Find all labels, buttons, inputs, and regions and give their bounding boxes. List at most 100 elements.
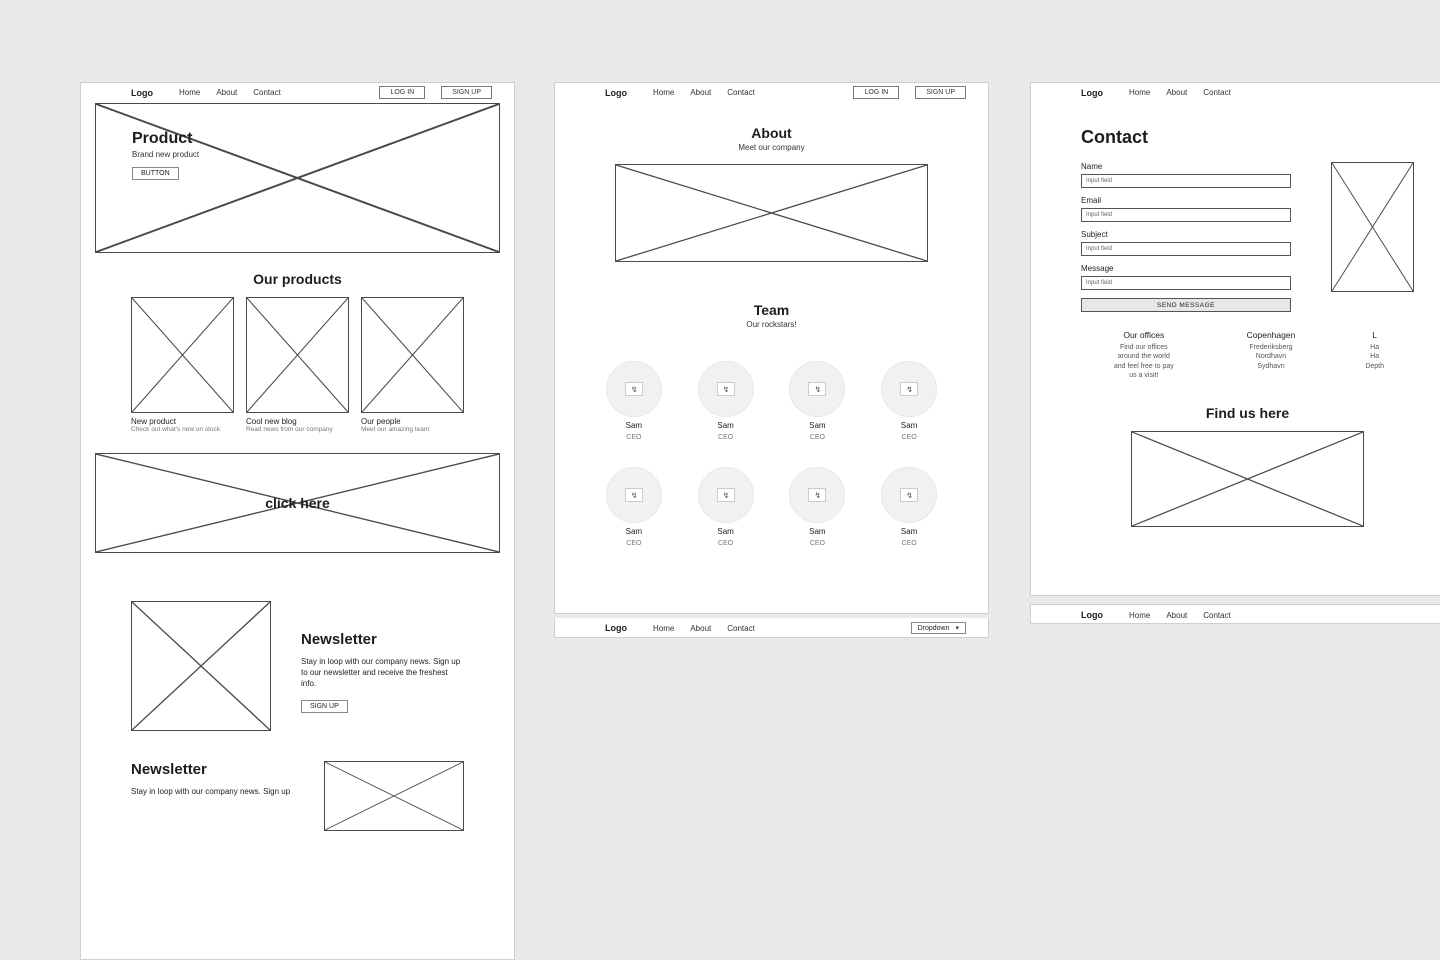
team-member[interactable]: ↯SamCEO — [881, 361, 937, 441]
team-grid: ↯SamCEO ↯SamCEO ↯SamCEO ↯SamCEO ↯SamCEO … — [555, 329, 988, 547]
nav-contact[interactable]: Contact — [1203, 611, 1231, 620]
contact-image-placeholder — [1331, 162, 1414, 292]
nav-home[interactable]: Home — [179, 88, 200, 97]
nav-contact[interactable]: Contact — [727, 624, 755, 633]
nav-contact[interactable]: Contact — [1203, 88, 1231, 97]
nav-home[interactable]: Home — [653, 624, 674, 633]
logo: Logo — [1081, 610, 1103, 620]
team-member[interactable]: ↯ Sam CEO — [698, 361, 754, 441]
office-city: Copenhagen — [1247, 330, 1296, 340]
office-line: Ha — [1365, 343, 1384, 352]
avatar-placeholder: ↯ — [698, 361, 754, 417]
product-caption: Check out what's new on stock — [131, 426, 234, 433]
member-name: Sam — [717, 421, 733, 430]
nav-about[interactable]: About — [216, 88, 237, 97]
member-role: CEO — [626, 434, 641, 441]
product-card[interactable]: Our people Meet our amazing team — [361, 297, 464, 433]
login-button[interactable]: LOG IN — [853, 86, 899, 99]
product-title: Our people — [361, 417, 464, 426]
image-broken-icon: ↯ — [723, 385, 729, 394]
image-broken-icon: ↯ — [906, 385, 912, 394]
send-message-button[interactable]: SEND MESSAGE — [1081, 298, 1291, 312]
newsletter-signup-button[interactable]: SIGN UP — [301, 700, 348, 713]
product-caption: Meet our amazing team — [361, 426, 464, 433]
nav-about[interactable]: About — [690, 624, 711, 633]
member-role: CEO — [718, 540, 733, 547]
product-card[interactable]: New product Check out what's new on stoc… — [131, 297, 234, 433]
email-label: Email — [1081, 196, 1291, 205]
subject-input[interactable]: Input field — [1081, 242, 1291, 256]
member-role: CEO — [902, 434, 917, 441]
nav-home[interactable]: Home — [653, 88, 674, 97]
team-title: Team — [615, 302, 928, 318]
image-broken-icon: ↯ — [906, 491, 912, 500]
team-member[interactable]: ↯SamCEO — [789, 361, 845, 441]
dropdown-label: Dropdown — [918, 625, 950, 632]
click-here-label: click here — [265, 495, 330, 511]
footer-dropdown[interactable]: Dropdown ▾ — [911, 622, 966, 634]
signup-button[interactable]: SIGN UP — [915, 86, 966, 99]
member-name: Sam — [626, 527, 642, 536]
newsletter-image-placeholder — [131, 601, 271, 731]
about-footer: Logo Home About Contact Dropdown ▾ — [554, 618, 989, 638]
office-city: L — [1365, 330, 1384, 340]
image-broken-icon: ↯ — [631, 491, 637, 500]
nav-about[interactable]: About — [1166, 611, 1187, 620]
footer-bar: Logo Home About Contact — [1031, 605, 1440, 625]
logo: Logo — [131, 88, 153, 98]
newsletter-title: Newsletter — [301, 631, 464, 648]
office-item: Copenhagen Frederiksberg Nordhavn Sydhav… — [1247, 330, 1296, 381]
member-role: CEO — [718, 434, 733, 441]
nav-about[interactable]: About — [690, 88, 711, 97]
offices-body: Find our offices around the world and fe… — [1111, 343, 1177, 381]
newsletter2-body: Stay in loop with our company news. Sign… — [131, 786, 290, 797]
nav-about[interactable]: About — [1166, 88, 1187, 97]
map-placeholder — [1131, 431, 1364, 527]
hero-title: Product — [132, 130, 499, 148]
about-frame: Logo Home About Contact LOG IN SIGN UP A… — [554, 82, 989, 614]
image-broken-icon: ↯ — [631, 385, 637, 394]
offices-intro: Our offices Find our offices around the … — [1111, 330, 1177, 381]
contact-frame: Logo Home About Contact LOG IN Contact N… — [1030, 82, 1440, 596]
avatar-placeholder: ↯ — [789, 361, 845, 417]
name-input[interactable]: Input field — [1081, 174, 1291, 188]
team-subtitle: Our rockstars! — [615, 320, 928, 329]
product-title: Cool new blog — [246, 417, 349, 426]
nav-home[interactable]: Home — [1129, 88, 1150, 97]
product-card[interactable]: Cool new blog Read news from our company — [246, 297, 349, 433]
click-here-banner[interactable]: click here — [95, 453, 500, 553]
logo: Logo — [605, 88, 627, 98]
email-input[interactable]: Input field — [1081, 208, 1291, 222]
team-member[interactable]: ↯ Sam CEO — [606, 361, 662, 441]
login-button[interactable]: LOG IN — [379, 86, 425, 99]
message-input[interactable]: Input field — [1081, 276, 1291, 290]
about-subtitle: Meet our company — [615, 143, 928, 152]
team-member[interactable]: ↯SamCEO — [606, 467, 662, 547]
office-item: L Ha Ha Depth — [1365, 330, 1384, 381]
member-name: Sam — [626, 421, 642, 430]
office-line: Frederiksberg — [1247, 343, 1296, 352]
image-broken-icon: ↯ — [815, 385, 821, 394]
about-image-placeholder — [615, 164, 928, 262]
nav-contact[interactable]: Contact — [727, 88, 755, 97]
product-image-placeholder — [246, 297, 349, 413]
product-caption: Read news from our company — [246, 426, 349, 433]
contact-form: Name Input field Email Input field Subje… — [1081, 162, 1291, 312]
newsletter2-image-placeholder — [324, 761, 464, 831]
hero-subtitle: Brand new product — [132, 150, 499, 159]
member-role: CEO — [902, 540, 917, 547]
member-role: CEO — [810, 540, 825, 547]
nav-home[interactable]: Home — [1129, 611, 1150, 620]
nav-contact[interactable]: Contact — [253, 88, 281, 97]
products-heading: Our products — [131, 271, 464, 287]
hero-cta-button[interactable]: BUTTON — [132, 167, 179, 180]
header-bar: Logo Home About Contact LOG IN SIGN UP — [555, 83, 988, 103]
member-name: Sam — [809, 421, 825, 430]
team-member[interactable]: ↯SamCEO — [881, 467, 937, 547]
team-member[interactable]: ↯SamCEO — [789, 467, 845, 547]
team-member[interactable]: ↯SamCEO — [698, 467, 754, 547]
signup-button[interactable]: SIGN UP — [441, 86, 492, 99]
contact-footer: Logo Home About Contact — [1030, 604, 1440, 624]
office-line: Depth — [1365, 362, 1384, 371]
member-name: Sam — [809, 527, 825, 536]
